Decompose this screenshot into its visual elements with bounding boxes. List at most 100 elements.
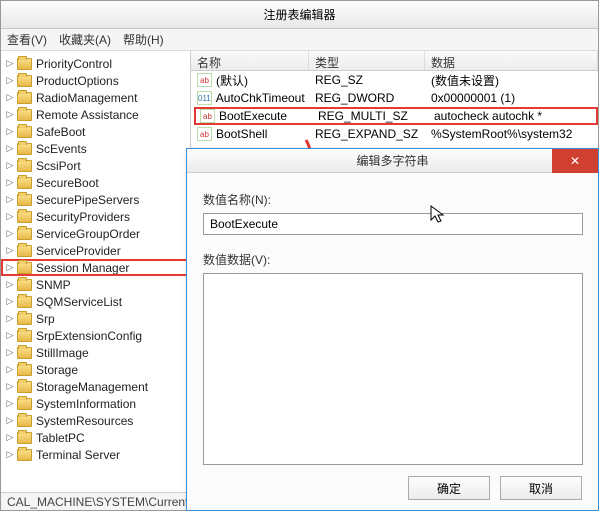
ok-button[interactable]: 确定 xyxy=(408,476,490,500)
col-header-name[interactable]: 名称 xyxy=(191,51,309,70)
tree-item-label: SecurePipeServers xyxy=(36,193,139,207)
tree-item[interactable]: ▷ SrpExtensionConfig xyxy=(1,327,190,344)
tree-item[interactable]: ▷ SecureBoot xyxy=(1,174,190,191)
folder-icon xyxy=(17,313,32,325)
expand-icon[interactable]: ▷ xyxy=(5,127,15,137)
col-header-data[interactable]: 数据 xyxy=(425,51,598,70)
folder-icon xyxy=(17,364,32,376)
close-button[interactable]: ✕ xyxy=(552,149,598,173)
tree-item[interactable]: ▷Remote Assistance xyxy=(1,106,190,123)
value-name-label: 数值名称(N): xyxy=(203,191,582,208)
expand-icon[interactable]: ▷ xyxy=(5,212,15,222)
tree-item[interactable]: ▷ProductOptions xyxy=(1,72,190,89)
tree-item-label: SecureBoot xyxy=(36,176,99,190)
value-icon: ab xyxy=(197,127,212,141)
expand-icon[interactable]: ▷ xyxy=(5,399,15,409)
expand-icon[interactable]: ▷ xyxy=(5,161,15,171)
expand-icon[interactable]: ▷ xyxy=(5,331,15,341)
expand-icon[interactable]: ▷ xyxy=(5,382,15,392)
tree-item-label: TabletPC xyxy=(36,431,85,445)
list-row[interactable]: abBootExecuteREG_MULTI_SZautocheck autoc… xyxy=(194,107,598,125)
menu-favorites[interactable]: 收藏夹(A) xyxy=(59,31,111,48)
tree-item-label: Storage xyxy=(36,363,78,377)
tree-item[interactable]: ▷ServiceGroupOrder xyxy=(1,225,190,242)
expand-icon[interactable]: ▷ xyxy=(5,246,15,256)
folder-icon xyxy=(17,228,32,240)
expand-icon[interactable]: ▷ xyxy=(5,195,15,205)
expand-icon[interactable]: ▷ xyxy=(5,297,15,307)
value-data: %SystemRoot%\system32 xyxy=(425,127,598,141)
menu-help[interactable]: 帮助(H) xyxy=(123,31,164,48)
tree-item-label: Terminal Server xyxy=(36,448,120,462)
folder-icon xyxy=(17,330,32,342)
tree-item[interactable]: ▷ SQMServiceList xyxy=(1,293,190,310)
expand-icon[interactable]: ▷ xyxy=(5,365,15,375)
expand-icon[interactable]: ▷ xyxy=(5,280,15,290)
tree-item[interactable]: ▷ Storage xyxy=(1,361,190,378)
list-row[interactable]: ab(默认)REG_SZ(数值未设置) xyxy=(191,71,598,89)
expand-icon[interactable]: ▷ xyxy=(5,314,15,324)
value-icon: ab xyxy=(200,109,215,123)
col-header-type[interactable]: 类型 xyxy=(309,51,425,70)
value-name: BootExecute xyxy=(219,109,287,123)
title-bar: 注册表编辑器 xyxy=(1,1,598,29)
menu-bar: 查看(V) 收藏夹(A) 帮助(H) xyxy=(1,29,598,51)
expand-icon[interactable]: ▷ xyxy=(5,76,15,86)
value-data-textarea[interactable] xyxy=(203,273,583,465)
tree-item[interactable]: ▷ StorageManagement xyxy=(1,378,190,395)
tree-item-label: SystemResources xyxy=(36,414,133,428)
tree-item-label: StorageManagement xyxy=(36,380,148,394)
folder-icon xyxy=(17,58,32,70)
expand-icon[interactable]: ▷ xyxy=(5,416,15,426)
tree-item-label: SQMServiceList xyxy=(36,295,122,309)
expand-icon[interactable]: ▷ xyxy=(5,263,15,273)
expand-icon[interactable]: ▷ xyxy=(5,229,15,239)
folder-icon xyxy=(17,160,32,172)
tree-item[interactable]: ▷ TabletPC xyxy=(1,429,190,446)
list-row[interactable]: abBootShellREG_EXPAND_SZ%SystemRoot%\sys… xyxy=(191,125,598,143)
folder-icon xyxy=(17,245,32,257)
expand-icon[interactable]: ▷ xyxy=(5,450,15,460)
value-name: BootShell xyxy=(216,127,267,141)
tree-item[interactable]: ▷SNMP xyxy=(1,276,190,293)
expand-icon[interactable]: ▷ xyxy=(5,433,15,443)
tree-item[interactable]: ▷Session Manager xyxy=(1,259,190,276)
tree-item-label: SrpExtensionConfig xyxy=(36,329,142,343)
tree-item-label: SystemInformation xyxy=(36,397,136,411)
tree-item[interactable]: ▷ SystemResources xyxy=(1,412,190,429)
folder-icon xyxy=(17,194,32,206)
cancel-button[interactable]: 取消 xyxy=(500,476,582,500)
list-row[interactable]: 011AutoChkTimeoutREG_DWORD0x00000001 (1) xyxy=(191,89,598,107)
tree-item[interactable]: ▷ Terminal Server xyxy=(1,446,190,463)
expand-icon[interactable]: ▷ xyxy=(5,348,15,358)
value-name-input[interactable] xyxy=(203,213,583,235)
tree-item[interactable]: ▷ SecurePipeServers xyxy=(1,191,190,208)
folder-icon xyxy=(17,415,32,427)
tree-item[interactable]: ▷ SystemInformation xyxy=(1,395,190,412)
expand-icon[interactable]: ▷ xyxy=(5,178,15,188)
folder-icon xyxy=(17,109,32,121)
tree-item[interactable]: ▷ScEvents xyxy=(1,140,190,157)
tree-item[interactable]: ▷ SafeBoot xyxy=(1,123,190,140)
dialog-title: 编辑多字符串 xyxy=(356,152,428,169)
folder-icon xyxy=(17,449,32,461)
tree-item[interactable]: ▷RadioManagement xyxy=(1,89,190,106)
tree-item[interactable]: ▷ScsiPort xyxy=(1,157,190,174)
tree-item[interactable]: ▷ServiceProvider xyxy=(1,242,190,259)
tree-item[interactable]: ▷Srp xyxy=(1,310,190,327)
folder-icon xyxy=(17,398,32,410)
expand-icon[interactable]: ▷ xyxy=(5,93,15,103)
tree-item[interactable]: ▷StillImage xyxy=(1,344,190,361)
menu-view[interactable]: 查看(V) xyxy=(7,31,47,48)
folder-icon xyxy=(17,296,32,308)
expand-icon[interactable]: ▷ xyxy=(5,144,15,154)
tree-item[interactable]: ▷SecurityProviders xyxy=(1,208,190,225)
tree-pane[interactable]: ▷PriorityControl▷ProductOptions▷RadioMan… xyxy=(1,51,191,492)
expand-icon[interactable]: ▷ xyxy=(5,59,15,69)
folder-icon xyxy=(17,75,32,87)
value-icon: 011 xyxy=(197,91,212,105)
tree-item[interactable]: ▷PriorityControl xyxy=(1,55,190,72)
expand-icon[interactable]: ▷ xyxy=(5,110,15,120)
edit-multistring-dialog: 编辑多字符串 ✕ 数值名称(N): 数值数据(V): 确定 取消 xyxy=(186,148,599,511)
tree-item-label: SafeBoot xyxy=(36,125,85,139)
